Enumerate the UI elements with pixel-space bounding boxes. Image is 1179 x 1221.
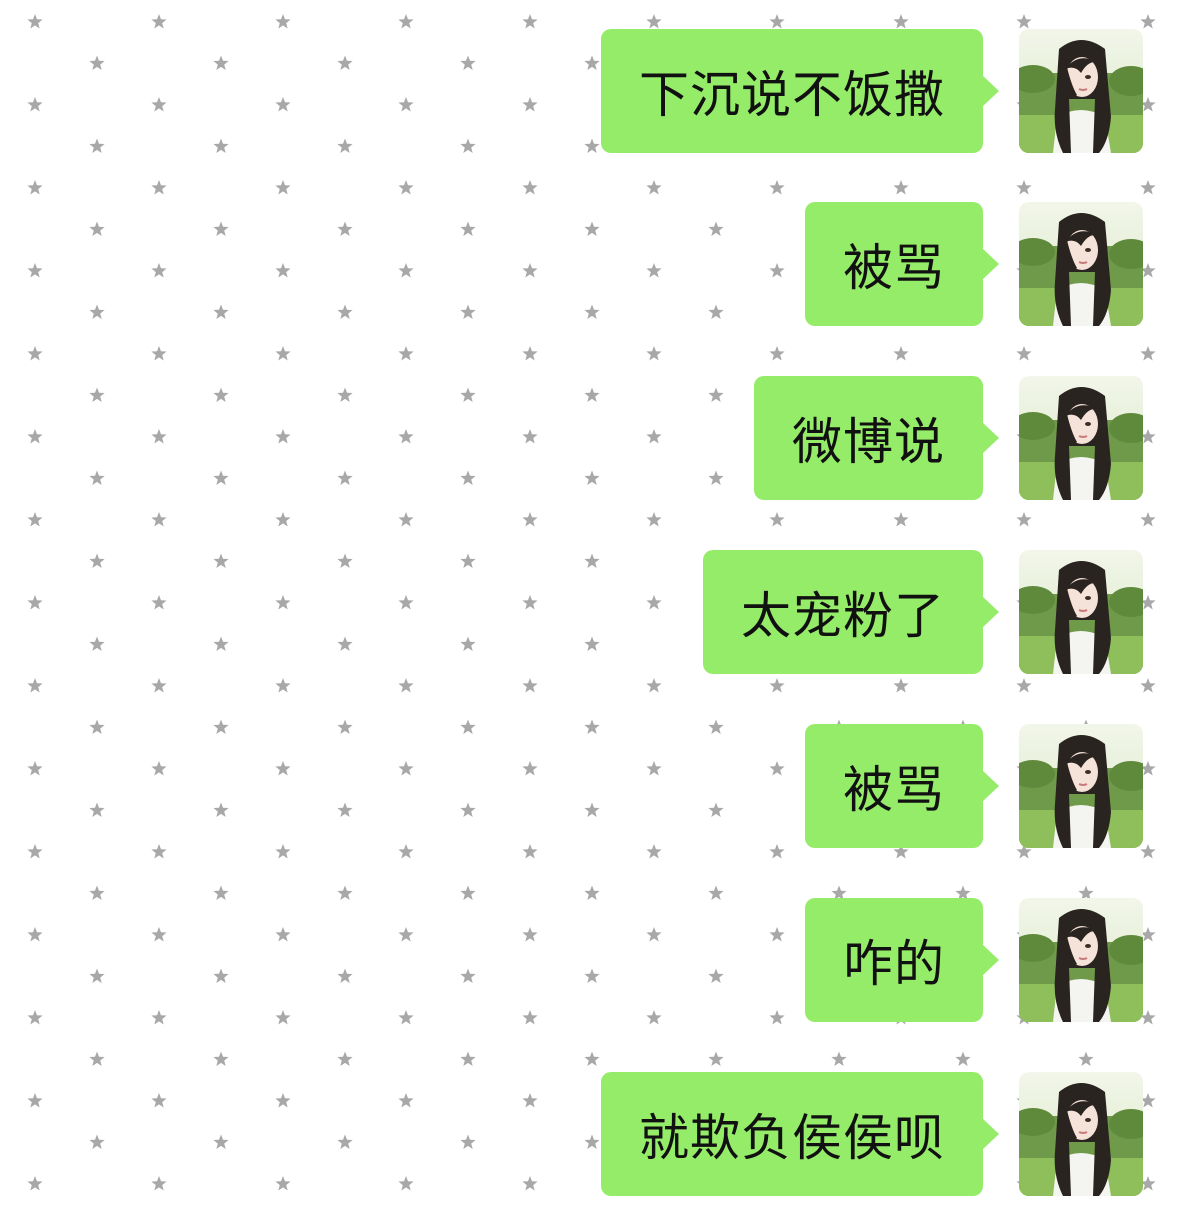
avatar[interactable] [1019,550,1143,674]
message-row: 被骂 [805,724,1143,848]
chat-message-list: 下沉说不饭撒 被骂 微博说 太宠粉了 被骂 咋的 就欺负侯侯呗 [0,0,1179,1221]
message-row: 咋的 [805,898,1143,1022]
avatar[interactable] [1019,898,1143,1022]
bubble-tail [982,944,999,976]
message-bubble[interactable]: 被骂 [805,202,999,326]
message-text: 就欺负侯侯呗 [639,1109,945,1167]
message-bubble[interactable]: 被骂 [805,724,999,848]
avatar[interactable] [1019,29,1143,153]
avatar-photo-icon [1019,202,1143,326]
avatar-photo-icon [1019,898,1143,1022]
avatar-photo-icon [1019,376,1143,500]
message-bubble[interactable]: 咋的 [805,898,999,1022]
avatar-photo-icon [1019,724,1143,848]
bubble-tail [982,248,999,280]
bubble-tail [982,596,999,628]
avatar[interactable] [1019,202,1143,326]
message-row: 就欺负侯侯呗 [601,1072,1143,1196]
message-row: 下沉说不饭撒 [601,29,1143,153]
message-bubble[interactable]: 下沉说不饭撒 [601,29,999,153]
avatar-photo-icon [1019,550,1143,674]
bubble-tail [982,1118,999,1150]
message-text: 咋的 [843,935,945,993]
message-bubble[interactable]: 就欺负侯侯呗 [601,1072,999,1196]
avatar[interactable] [1019,1072,1143,1196]
message-row: 太宠粉了 [703,550,1143,674]
message-bubble[interactable]: 微博说 [754,376,999,500]
message-row: 微博说 [754,376,1143,500]
message-row: 被骂 [805,202,1143,326]
bubble-tail [982,75,999,107]
message-bubble[interactable]: 太宠粉了 [703,550,999,674]
message-text: 被骂 [843,761,945,819]
bubble-tail [982,770,999,802]
bubble-tail [982,422,999,454]
avatar-photo-icon [1019,1072,1143,1196]
message-text: 微博说 [792,413,945,471]
message-text: 下沉说不饭撒 [639,66,945,124]
avatar[interactable] [1019,376,1143,500]
message-text: 被骂 [843,239,945,297]
avatar-photo-icon [1019,29,1143,153]
avatar[interactable] [1019,724,1143,848]
message-text: 太宠粉了 [741,587,945,645]
